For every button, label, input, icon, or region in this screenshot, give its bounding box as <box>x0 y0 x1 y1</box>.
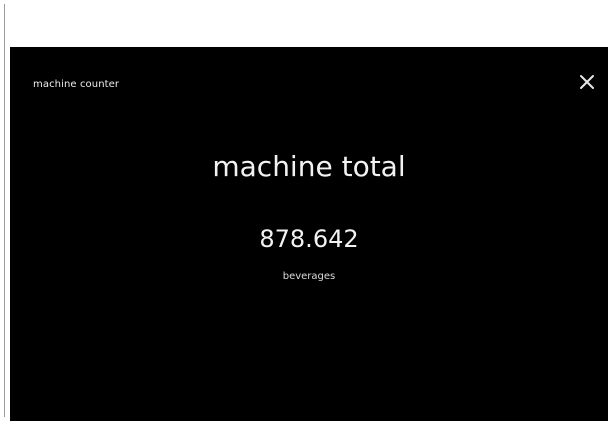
screen-title: machine counter <box>33 79 120 90</box>
close-icon <box>580 75 594 89</box>
machine-counter-screen: machine counter machine total 878.642 be… <box>10 47 608 421</box>
close-button[interactable] <box>576 71 598 93</box>
counter-unit: beverages <box>282 271 336 282</box>
page: machine counter machine total 878.642 be… <box>0 0 608 421</box>
left-divider <box>4 4 5 417</box>
counter-heading: machine total <box>212 150 406 183</box>
counter-value: 878.642 <box>259 225 359 253</box>
